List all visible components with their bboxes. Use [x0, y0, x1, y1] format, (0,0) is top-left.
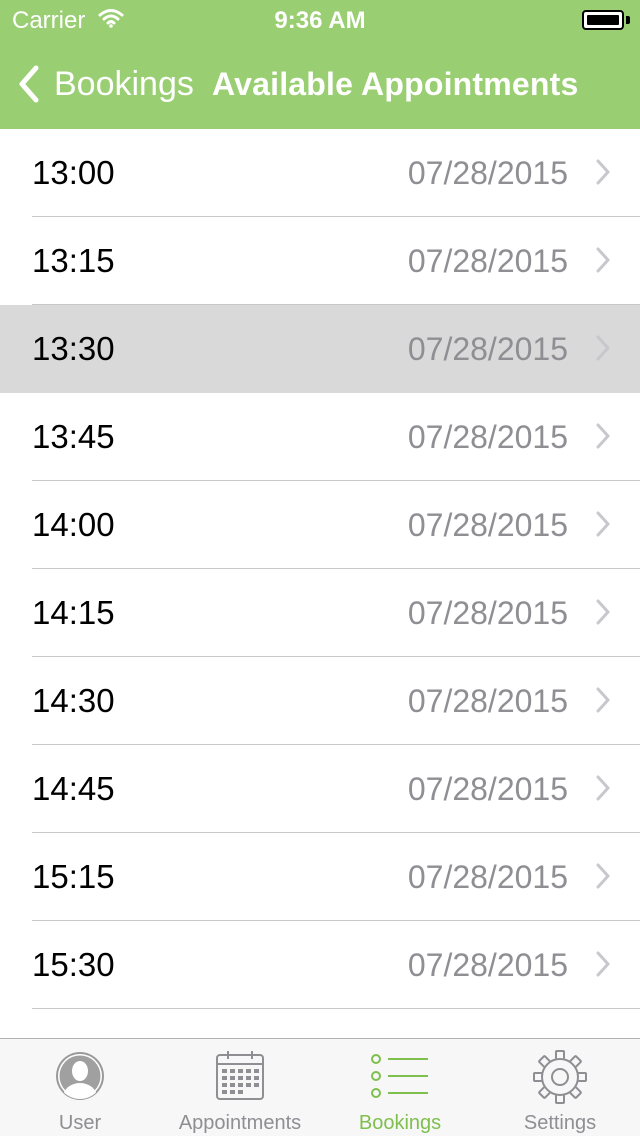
battery-icon — [582, 10, 630, 30]
chevron-left-icon — [19, 65, 39, 103]
appointment-row[interactable]: 13:15 07/28/2015 — [0, 217, 640, 305]
tab-label: Bookings — [358, 1112, 442, 1134]
appointment-time: 13:15 — [32, 242, 115, 279]
appointment-time: 14:45 — [32, 770, 115, 807]
chevron-right-icon — [596, 687, 610, 713]
appointment-row[interactable]: 14:00 07/28/2015 — [0, 481, 640, 569]
chevron-right-icon — [596, 159, 610, 185]
navigation-header: Carrier 9:36 AM Bookings Available Appoi… — [0, 0, 640, 129]
appointment-time: 14:30 — [32, 682, 115, 719]
appointment-date: 07/28/2015 — [407, 155, 568, 191]
tab-appointments[interactable]: Appointments — [160, 1039, 320, 1137]
tab-bar: User Appointments Bookings Settings — [0, 1038, 640, 1136]
appointment-time: 15:30 — [32, 946, 115, 983]
appointment-row[interactable]: 14:45 07/28/2015 — [0, 745, 640, 833]
appointment-row[interactable]: 13:45 07/28/2015 — [0, 393, 640, 481]
chevron-right-icon — [596, 863, 610, 889]
tab-bookings[interactable]: Bookings — [320, 1039, 480, 1137]
chevron-right-icon — [596, 423, 610, 449]
calendar-icon — [216, 1051, 264, 1100]
appointment-time: 13:30 — [32, 330, 115, 367]
appointment-time: 13:00 — [32, 154, 115, 191]
appointment-time: 13:45 — [32, 418, 115, 455]
appointment-time: 14:15 — [32, 594, 115, 631]
appointment-date: 07/28/2015 — [407, 331, 568, 367]
chevron-right-icon — [596, 511, 610, 537]
appointment-date: 07/28/2015 — [407, 683, 568, 719]
tab-settings[interactable]: Settings — [480, 1039, 640, 1137]
user-icon — [56, 1052, 104, 1100]
appointment-row[interactable]: 14:30 07/28/2015 — [0, 657, 640, 745]
chevron-right-icon — [596, 775, 610, 801]
appointment-date: 07/28/2015 — [407, 859, 568, 895]
appointment-time: 15:15 — [32, 858, 115, 895]
status-time: 9:36 AM — [274, 7, 366, 34]
chevron-right-icon — [596, 247, 610, 273]
chevron-right-icon — [596, 951, 610, 977]
row-divider — [32, 1008, 640, 1009]
appointment-date: 07/28/2015 — [407, 419, 568, 455]
tab-label: Appointments — [178, 1112, 302, 1134]
appointment-date: 07/28/2015 — [407, 771, 568, 807]
gear-icon — [533, 1050, 587, 1104]
back-button-label: Bookings — [54, 64, 194, 103]
appointment-row[interactable]: 15:15 07/28/2015 — [0, 833, 640, 921]
appointments-list: 13:00 07/28/2015 13:15 07/28/2015 13:30 07/28… — [0, 129, 640, 1009]
appointment-date: 07/28/2015 — [407, 243, 568, 279]
chevron-right-icon — [596, 335, 610, 361]
tab-user[interactable]: User — [0, 1039, 160, 1137]
page-title: Available Appointments — [212, 66, 579, 102]
tab-label: User — [58, 1112, 102, 1134]
appointment-time: 14:00 — [32, 506, 115, 543]
appointment-row[interactable]: 13:30 07/28/2015 — [0, 305, 640, 393]
appointment-date: 07/28/2015 — [407, 947, 568, 983]
status-bar: Carrier 9:36 AM — [0, 0, 640, 40]
appointment-row[interactable]: 15:30 07/28/2015 — [0, 921, 640, 1009]
appointment-row[interactable]: 14:15 07/28/2015 — [0, 569, 640, 657]
appointment-date: 07/28/2015 — [407, 595, 568, 631]
appointment-date: 07/28/2015 — [407, 507, 568, 543]
list-icon — [371, 1054, 428, 1098]
appointment-row[interactable]: 13:00 07/28/2015 — [0, 129, 640, 217]
back-button[interactable]: Bookings — [14, 62, 194, 106]
chevron-right-icon — [596, 599, 610, 625]
tab-label: Settings — [523, 1112, 597, 1134]
